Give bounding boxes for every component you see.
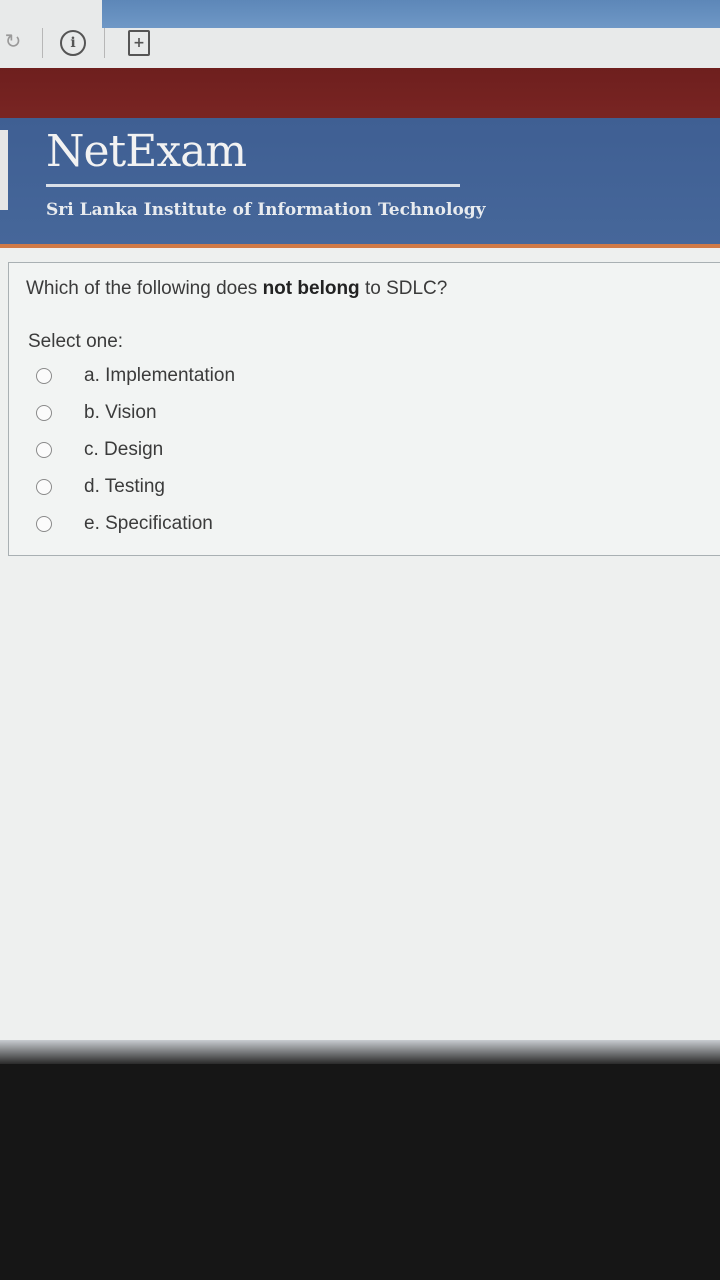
- option-d[interactable]: d. Testing: [36, 472, 396, 502]
- radio-button[interactable]: [36, 442, 52, 458]
- question-text-end: to SDLC?: [359, 278, 448, 299]
- option-e[interactable]: e. Specification: [36, 509, 396, 539]
- question-text-start: Which of the following does: [26, 278, 263, 299]
- select-one-label: Select one:: [28, 331, 124, 352]
- tab-strip: [102, 0, 720, 28]
- option-label: d. Testing: [84, 476, 165, 497]
- question-text: Which of the following does not belong t…: [26, 278, 447, 300]
- browser-toolbar: ↻ i +: [0, 0, 720, 70]
- option-b[interactable]: b. Vision: [36, 398, 396, 428]
- radio-button[interactable]: [36, 479, 52, 495]
- left-edge-tab: [0, 130, 8, 210]
- toolbar-divider: [42, 28, 43, 58]
- radio-button[interactable]: [36, 368, 52, 384]
- option-a[interactable]: a. Implementation: [36, 361, 396, 391]
- radio-button[interactable]: [36, 516, 52, 532]
- radio-button[interactable]: [36, 405, 52, 421]
- brand-subtitle: Sri Lanka Institute of Information Techn…: [46, 200, 486, 220]
- option-c[interactable]: c. Design: [36, 435, 396, 465]
- option-label: a. Implementation: [84, 365, 236, 386]
- monitor-bezel: [0, 1040, 720, 1064]
- header-accent-line: [0, 244, 720, 248]
- option-label: e. Specification: [84, 513, 213, 534]
- brand-title: NetExam: [46, 126, 247, 177]
- screen: ↻ i + NetExam Sri Lanka Institute of Inf…: [0, 0, 720, 1060]
- maroon-band: [0, 68, 720, 122]
- toolbar-divider: [104, 28, 105, 58]
- info-icon[interactable]: i: [60, 30, 86, 56]
- option-label: b. Vision: [84, 402, 157, 423]
- add-page-icon[interactable]: +: [128, 30, 150, 56]
- brand-rule: [46, 184, 460, 187]
- option-label: c. Design: [84, 439, 164, 460]
- reload-icon[interactable]: ↻: [0, 26, 26, 56]
- question-text-emphasis: not belong: [262, 278, 360, 299]
